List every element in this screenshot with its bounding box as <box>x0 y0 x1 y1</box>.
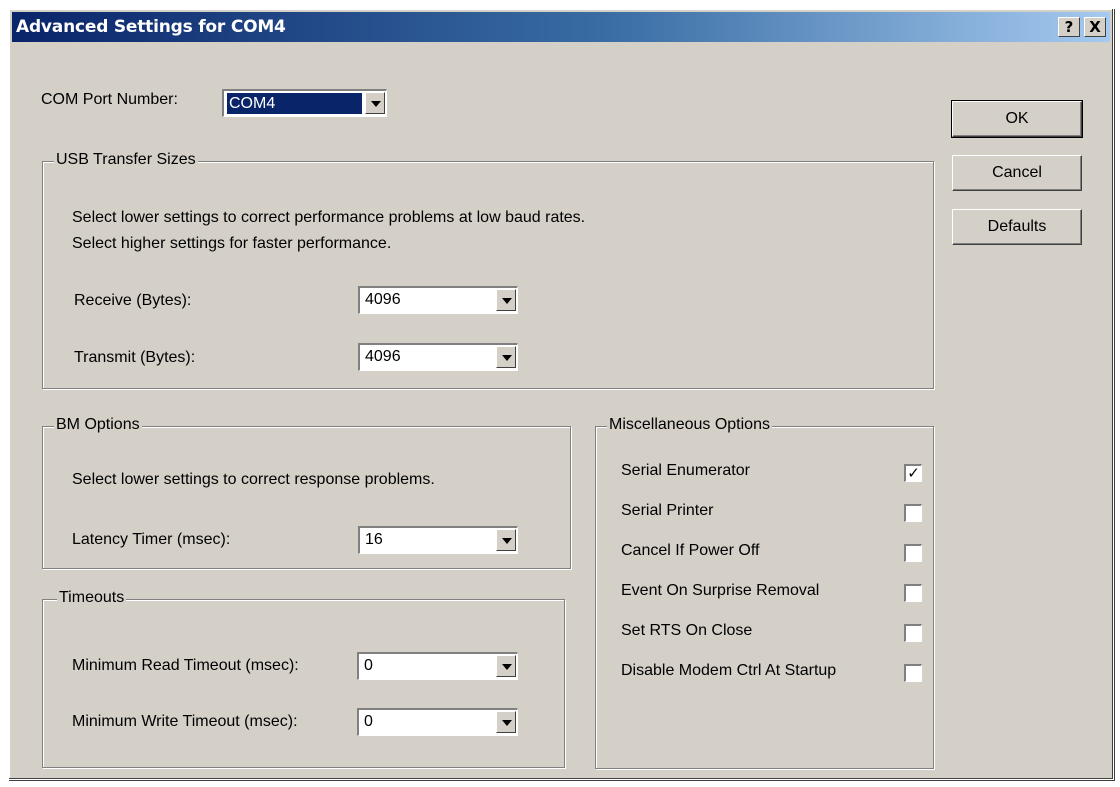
transmit-select[interactable]: 4096 <box>358 343 518 371</box>
bm-options-group: BM Options Select lower settings to corr… <box>42 416 571 569</box>
close-button[interactable]: X <box>1084 17 1106 37</box>
write-timeout-label: Minimum Write Timeout (msec): <box>72 713 298 730</box>
read-timeout-value: 0 <box>364 657 373 674</box>
option-serial-enumerator-label: Serial Enumerator <box>621 462 750 479</box>
timeouts-group: Timeouts Minimum Read Timeout (msec): 0 … <box>42 589 565 768</box>
read-timeout-select[interactable]: 0 <box>357 652 518 680</box>
checkmark-icon: ✓ <box>907 464 920 482</box>
help-icon: ? <box>1064 18 1074 36</box>
latency-label: Latency Timer (msec): <box>72 531 231 548</box>
option-cancel-power-off-checkbox[interactable] <box>904 544 922 562</box>
read-timeout-label: Minimum Read Timeout (msec): <box>72 657 299 674</box>
usb-transfer-legend: USB Transfer Sizes <box>54 151 198 169</box>
defaults-button[interactable]: Defaults <box>952 209 1082 245</box>
window-title: Advanced Settings for COM4 <box>16 17 286 37</box>
chevron-down-icon[interactable] <box>365 92 385 114</box>
bm-options-legend: BM Options <box>54 416 142 434</box>
option-surprise-removal-checkbox[interactable] <box>904 584 922 602</box>
transmit-value: 4096 <box>365 348 401 365</box>
usb-transfer-group: USB Transfer Sizes Select lower settings… <box>42 151 934 389</box>
receive-select[interactable]: 4096 <box>358 286 518 314</box>
option-rts-on-close-checkbox[interactable] <box>904 624 922 642</box>
option-disable-modem-ctrl-checkbox[interactable] <box>904 664 922 682</box>
option-serial-enumerator-checkbox[interactable]: ✓ <box>904 464 922 482</box>
com-port-label: COM Port Number: <box>41 91 178 108</box>
ok-button[interactable]: OK <box>951 100 1083 138</box>
bm-desc: Select lower settings to correct respons… <box>72 471 435 488</box>
misc-options-legend: Miscellaneous Options <box>607 416 772 434</box>
receive-label: Receive (Bytes): <box>74 292 192 309</box>
chevron-down-icon[interactable] <box>496 655 516 677</box>
option-serial-printer-checkbox[interactable] <box>904 504 922 522</box>
com-port-select[interactable]: COM4 <box>222 89 387 117</box>
option-surprise-removal-label: Event On Surprise Removal <box>621 582 820 599</box>
write-timeout-value: 0 <box>364 713 373 730</box>
latency-value: 16 <box>365 531 383 548</box>
usb-desc-2: Select higher settings for faster perfor… <box>72 235 392 252</box>
option-serial-printer-label: Serial Printer <box>621 502 714 519</box>
title-bar[interactable]: Advanced Settings for COM4 ? X <box>12 12 1110 42</box>
usb-desc-1: Select lower settings to correct perform… <box>72 209 586 226</box>
chevron-down-icon[interactable] <box>496 289 516 311</box>
chevron-down-icon[interactable] <box>496 711 516 733</box>
option-cancel-power-off-label: Cancel If Power Off <box>621 542 760 559</box>
option-disable-modem-ctrl-label: Disable Modem Ctrl At Startup <box>621 662 837 679</box>
option-rts-on-close-label: Set RTS On Close <box>621 622 753 639</box>
timeouts-legend: Timeouts <box>57 589 127 607</box>
chevron-down-icon[interactable] <box>496 346 516 368</box>
chevron-down-icon[interactable] <box>496 529 516 551</box>
close-icon: X <box>1089 18 1101 36</box>
com-port-value: COM4 <box>227 93 362 114</box>
latency-select[interactable]: 16 <box>358 526 518 554</box>
cancel-button[interactable]: Cancel <box>952 155 1082 191</box>
advanced-settings-dialog: Advanced Settings for COM4 ? X COM Port … <box>8 8 1114 780</box>
write-timeout-select[interactable]: 0 <box>357 708 518 736</box>
help-button[interactable]: ? <box>1058 17 1080 37</box>
receive-value: 4096 <box>365 291 401 308</box>
transmit-label: Transmit (Bytes): <box>74 349 196 366</box>
